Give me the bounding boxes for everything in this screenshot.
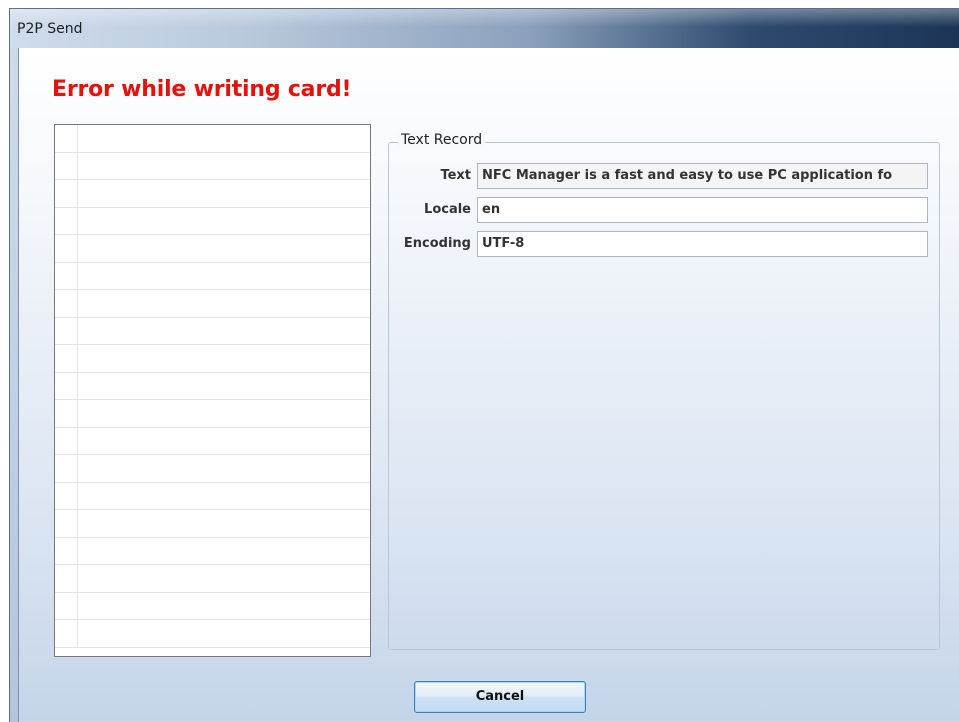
list-item-gutter (77, 537, 78, 564)
list-item[interactable] (55, 455, 370, 483)
text-field[interactable]: NFC Manager is a fast and easy to use PC… (477, 163, 928, 189)
list-item[interactable] (55, 620, 370, 648)
list-item[interactable] (55, 565, 370, 593)
list-item[interactable] (55, 400, 370, 428)
list-item-gutter (77, 207, 78, 234)
locale-field[interactable]: en (477, 197, 928, 223)
list-item-gutter (77, 510, 78, 537)
encoding-field[interactable]: UTF-8 (477, 231, 928, 257)
list-item[interactable] (55, 482, 370, 510)
error-message: Error while writing card! (52, 77, 352, 102)
list-item-gutter (77, 345, 78, 372)
list-item-gutter (77, 235, 78, 262)
list-item-gutter (77, 262, 78, 289)
list-item[interactable] (55, 235, 370, 263)
list-item-gutter (77, 620, 78, 647)
list-item-gutter (77, 125, 78, 152)
text-record-group-label: Text Record (398, 132, 486, 148)
list-item[interactable] (55, 152, 370, 180)
list-item[interactable] (55, 537, 370, 565)
list-item[interactable] (55, 290, 370, 318)
window-frame-left (10, 48, 18, 722)
list-item-gutter (77, 290, 78, 317)
title-bar[interactable]: P2P Send (10, 9, 959, 48)
list-item-gutter (77, 482, 78, 509)
list-item[interactable] (55, 262, 370, 290)
list-item-gutter (77, 317, 78, 344)
cancel-button[interactable]: Cancel (414, 681, 586, 713)
list-item-gutter (77, 152, 78, 179)
locale-field-label: Locale (424, 202, 471, 217)
list-item[interactable] (55, 372, 370, 400)
list-item-gutter (77, 565, 78, 592)
list-item-gutter (77, 180, 78, 207)
list-item-gutter (77, 592, 78, 619)
list-item[interactable] (55, 207, 370, 235)
text-field-label: Text (440, 168, 471, 183)
list-item[interactable] (55, 592, 370, 620)
list-item[interactable] (55, 125, 370, 153)
list-item[interactable] (55, 510, 370, 538)
record-list[interactable] (54, 124, 371, 657)
list-item-gutter (77, 372, 78, 399)
encoding-field-label: Encoding (403, 236, 471, 251)
dialog-client-area: Error while writing card! Text Record Te… (18, 48, 959, 722)
list-item[interactable] (55, 317, 370, 345)
list-item-gutter (77, 455, 78, 482)
list-item-gutter (77, 400, 78, 427)
window-title: P2P Send (17, 21, 83, 37)
p2p-send-window: P2P Send Error while writing card! Text … (9, 8, 959, 722)
list-item[interactable] (55, 180, 370, 208)
list-item[interactable] (55, 427, 370, 455)
list-item[interactable] (55, 345, 370, 373)
list-item-gutter (77, 427, 78, 454)
